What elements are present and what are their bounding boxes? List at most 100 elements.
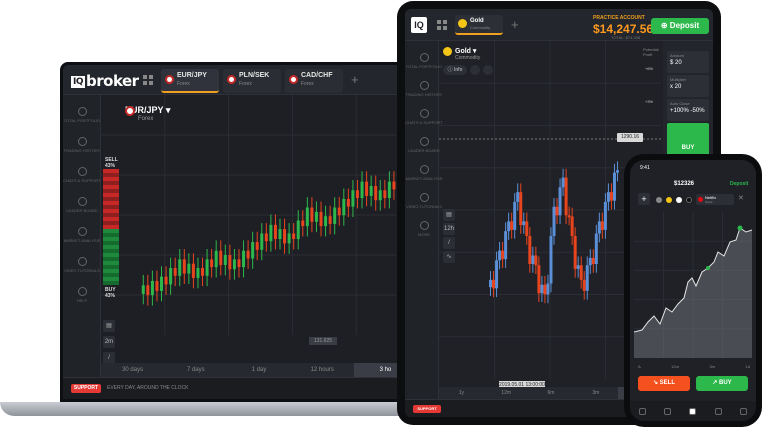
- candle-body: [296, 220, 300, 240]
- sidebar-item[interactable]: LEADER BOARD: [405, 137, 443, 153]
- timeframe-12h[interactable]: 12 hours: [291, 363, 354, 377]
- candle-body: [342, 198, 346, 216]
- sell-button[interactable]: ↘ SELL: [638, 376, 690, 391]
- profile-icon[interactable]: [739, 407, 747, 415]
- candle-body: [201, 268, 205, 276]
- asset-tab-netflix[interactable]: Netflix Stock: [696, 194, 734, 205]
- candle-body: [579, 265, 583, 280]
- support-button[interactable]: SUPPORT: [413, 405, 441, 413]
- candle-body: [182, 259, 186, 274]
- indicator-tool-icon[interactable]: ∿: [443, 251, 455, 263]
- sidebar-item[interactable]: CHATS & SUPPORT: [63, 167, 101, 183]
- support-button[interactable]: SUPPORT: [71, 384, 101, 393]
- timeframe-6m[interactable]: 6m: [529, 387, 574, 399]
- sidebar-item[interactable]: LEADER BOARD: [63, 197, 101, 213]
- deposit-link[interactable]: Deposit: [730, 181, 748, 187]
- phone-screen: 9:41 $12326 Deposit + Netflix Stock ✕ A 1…: [630, 160, 756, 421]
- asset-dot[interactable]: [656, 197, 662, 203]
- tablet-logo[interactable]: IQ: [411, 17, 427, 33]
- candle-body: [314, 211, 318, 222]
- copy-tool-icon[interactable]: ▤: [443, 209, 455, 221]
- timeframe-3m[interactable]: 3m: [573, 387, 618, 399]
- asset-tab-gold[interactable]: Gold Commodity: [455, 15, 503, 35]
- candle-body: [561, 177, 565, 188]
- timeframe-1y[interactable]: 1y: [439, 387, 484, 399]
- sidebar-item-label: CHATS & SUPPORT: [405, 120, 443, 125]
- candle-body: [310, 207, 314, 222]
- sidebar-item[interactable]: TRADING HISTORY: [405, 81, 443, 97]
- history-icon[interactable]: [664, 407, 672, 415]
- star-icon[interactable]: [483, 65, 493, 75]
- sidebar-item[interactable]: MARKET ANALYSIS: [405, 165, 443, 181]
- expiry-button[interactable]: 12h: [443, 223, 455, 235]
- laptop-chart-area[interactable]: [101, 95, 417, 359]
- asset-tab-plnsek[interactable]: PLN/SEK Forex: [223, 69, 281, 93]
- tab-label: CAD/CHF: [301, 72, 333, 79]
- timeframe-item[interactable]: 1d: [746, 364, 750, 369]
- timeframe-item[interactable]: A: [638, 364, 641, 369]
- candle-body: [585, 265, 589, 291]
- candle-body: [570, 216, 574, 236]
- add-tab-icon[interactable]: +: [511, 17, 519, 32]
- balance-total: TOTAL: $74,338: [611, 35, 641, 40]
- candle-body: [374, 185, 378, 201]
- asset-dot[interactable]: [686, 197, 692, 203]
- candle-body: [264, 233, 268, 242]
- multiplier-field[interactable]: Multiplier x 20: [667, 75, 709, 97]
- timeframe-12m[interactable]: 12m: [484, 387, 529, 399]
- candle-body: [600, 221, 604, 230]
- copy-tool-icon[interactable]: ▤: [103, 320, 115, 332]
- timeframe-7d[interactable]: 7 days: [164, 363, 227, 377]
- sidebar-item[interactable]: CHATS & SUPPORT: [405, 109, 443, 125]
- grid-icon[interactable]: [437, 20, 447, 30]
- sidebar-item-label: LEADER BOARD: [408, 148, 440, 153]
- candle-body: [305, 207, 309, 227]
- logo-mark: IQ: [71, 76, 85, 88]
- candle-body: [606, 192, 610, 202]
- grid-icon[interactable]: [143, 75, 153, 85]
- balance[interactable]: $14,247.56: [593, 22, 653, 36]
- close-icon[interactable]: ✕: [738, 194, 744, 202]
- portfolio-icon[interactable]: [639, 407, 647, 415]
- add-tab-icon[interactable]: +: [638, 193, 650, 205]
- bell-icon[interactable]: [470, 65, 480, 75]
- asset-dot[interactable]: [666, 197, 672, 203]
- timeframe-item[interactable]: 3m: [709, 364, 715, 369]
- asset-dot[interactable]: [676, 197, 682, 203]
- timeframe-1d[interactable]: 1 day: [227, 363, 290, 377]
- candle-body: [283, 229, 287, 244]
- balance[interactable]: $12326: [674, 181, 694, 187]
- sidebar-item[interactable]: TRADING HISTORY: [63, 137, 101, 153]
- sidebar-item-label: TOTAL PORTFOLIO: [63, 118, 101, 123]
- tablet-sidebar: TOTAL PORTFOLIO TRADING HISTORY CHATS & SU…: [405, 41, 443, 399]
- candle-body: [333, 207, 337, 224]
- add-tab-icon[interactable]: +: [351, 72, 359, 87]
- candle-body: [251, 242, 255, 259]
- sidebar-item[interactable]: HELP: [63, 287, 101, 303]
- sidebar-item[interactable]: VIDEO TUTORIALS: [405, 193, 443, 209]
- asset-tab-eurjpy[interactable]: EUR/JPY Forex: [161, 69, 219, 93]
- brand-logo[interactable]: IQ broker: [71, 72, 139, 90]
- expiry-button[interactable]: 2m: [103, 336, 115, 348]
- chat-icon[interactable]: [714, 407, 722, 415]
- buy-button[interactable]: ↗ BUY: [696, 376, 748, 391]
- asset-title[interactable]: Gold ▾: [455, 47, 476, 55]
- status-time: 9:41: [640, 165, 650, 171]
- sidebar-item[interactable]: VIDEO TUTORIALS: [63, 257, 101, 273]
- sidebar-item[interactable]: MORE: [405, 221, 443, 237]
- amount-field[interactable]: Amount $ 20: [667, 51, 709, 73]
- asset-tab-cadchf[interactable]: CAD/CHF Forex: [285, 69, 343, 93]
- draw-tool-icon[interactable]: /: [443, 237, 455, 249]
- home-icon[interactable]: [689, 407, 697, 415]
- info-button[interactable]: ⓘ Info: [443, 65, 467, 75]
- autoclose-field[interactable]: Auto Close +100% -50%: [667, 99, 709, 121]
- sidebar-item[interactable]: MARKET ANALYSIS: [63, 227, 101, 243]
- timeframe-item[interactable]: 12m: [671, 364, 679, 369]
- account-type[interactable]: PRACTICE ACCOUNT: [593, 15, 645, 21]
- timeframe-30d[interactable]: 30 days: [101, 363, 164, 377]
- deposit-button[interactable]: ⊕ Deposit: [651, 18, 709, 34]
- sidebar-item[interactable]: TOTAL PORTFOLIO: [405, 53, 443, 69]
- candle-body: [387, 181, 391, 199]
- sidebar-item[interactable]: TOTAL PORTFOLIO: [63, 107, 101, 123]
- sidebar-icon: [77, 257, 87, 266]
